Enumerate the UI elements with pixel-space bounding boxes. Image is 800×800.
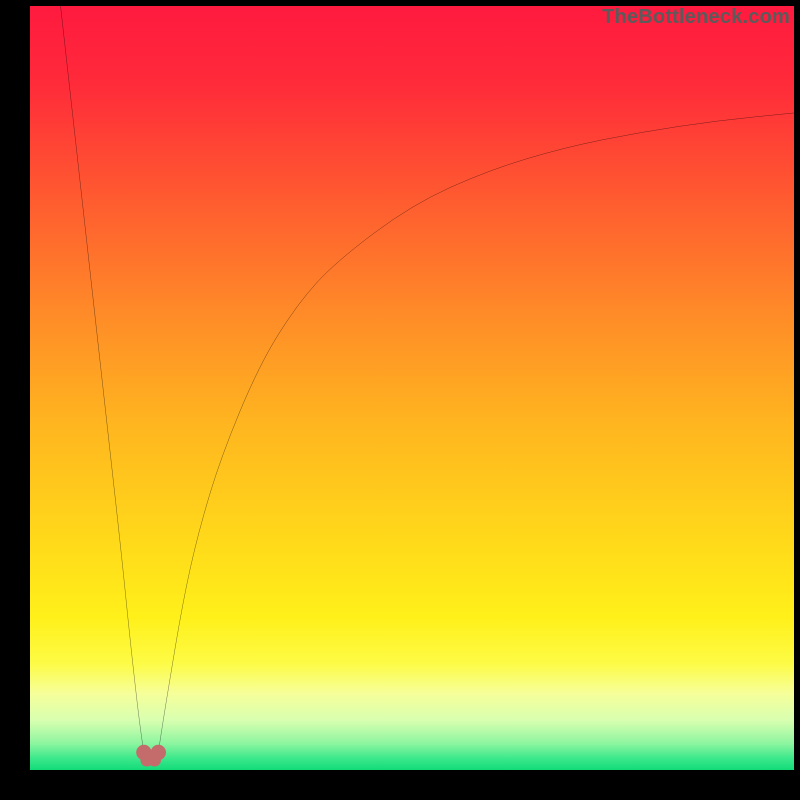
curve-layer [30, 6, 794, 770]
valley-markers [136, 745, 166, 767]
valley-marker [148, 754, 161, 767]
plot-area [30, 6, 794, 770]
curve-right-branch [158, 113, 794, 752]
chart-frame: TheBottleneck.com [0, 0, 800, 800]
attribution-watermark: TheBottleneck.com [602, 6, 790, 29]
curve-left-branch [61, 6, 144, 752]
